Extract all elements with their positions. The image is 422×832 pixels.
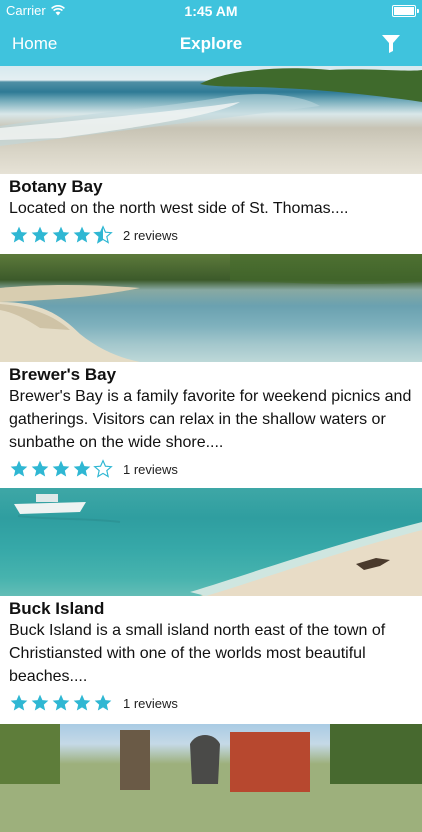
place-name: Brewer's Bay: [9, 365, 117, 384]
place-card[interactable]: [0, 724, 422, 832]
place-description: Buck Island is a small island north east…: [9, 622, 386, 685]
star-icon: [94, 694, 112, 711]
star-icon: [52, 226, 70, 243]
star-icon: [10, 226, 28, 243]
place-card[interactable]: Brewer's Bay Brewer's Bay is a family fa…: [0, 254, 422, 482]
place-card[interactable]: Buck Island Buck Island is a small islan…: [0, 488, 422, 716]
place-name: Buck Island: [9, 599, 105, 618]
rating-row: 1 reviews: [9, 690, 413, 716]
review-count: 2 reviews: [123, 227, 178, 243]
status-time: 1:45 AM: [184, 3, 238, 19]
place-photo: [0, 724, 422, 832]
star-icon: [52, 460, 70, 477]
star-rating: [9, 693, 113, 713]
place-card[interactable]: Botany Bay Located on the north west sid…: [0, 66, 422, 248]
page-title: Explore: [179, 34, 243, 53]
place-photo: [0, 66, 422, 174]
place-photo: [0, 254, 422, 362]
status-bar: Carrier 1:45 AM: [0, 0, 422, 22]
star-half-icon: [93, 225, 113, 244]
status-right: [392, 5, 419, 17]
filter-icon[interactable]: [380, 32, 402, 54]
star-icon: [31, 460, 49, 477]
review-count: 1 reviews: [123, 695, 178, 711]
star-icon: [31, 226, 49, 243]
star-icon: [73, 460, 91, 477]
star-icon: [73, 226, 91, 243]
rating-row: 2 reviews: [9, 222, 413, 248]
rating-row: 1 reviews: [9, 456, 413, 482]
battery-icon: [392, 5, 419, 17]
star-rating: [9, 459, 113, 479]
places-list: Botany Bay Located on the north west sid…: [0, 66, 422, 832]
home-button[interactable]: Home: [12, 34, 57, 54]
place-description: Located on the north west side of St. Th…: [9, 200, 349, 217]
place-photo: [0, 488, 422, 596]
navigation-bar: Home Explore: [0, 22, 422, 66]
star-outline-icon: [93, 459, 113, 478]
place-name: Botany Bay: [9, 177, 103, 196]
star-icon: [10, 460, 28, 477]
star-rating: [9, 225, 113, 245]
star-icon: [73, 694, 91, 711]
place-description: Brewer's Bay is a family favorite for we…: [9, 388, 412, 451]
star-icon: [10, 694, 28, 711]
star-icon: [31, 694, 49, 711]
star-icon: [52, 694, 70, 711]
review-count: 1 reviews: [123, 461, 178, 477]
